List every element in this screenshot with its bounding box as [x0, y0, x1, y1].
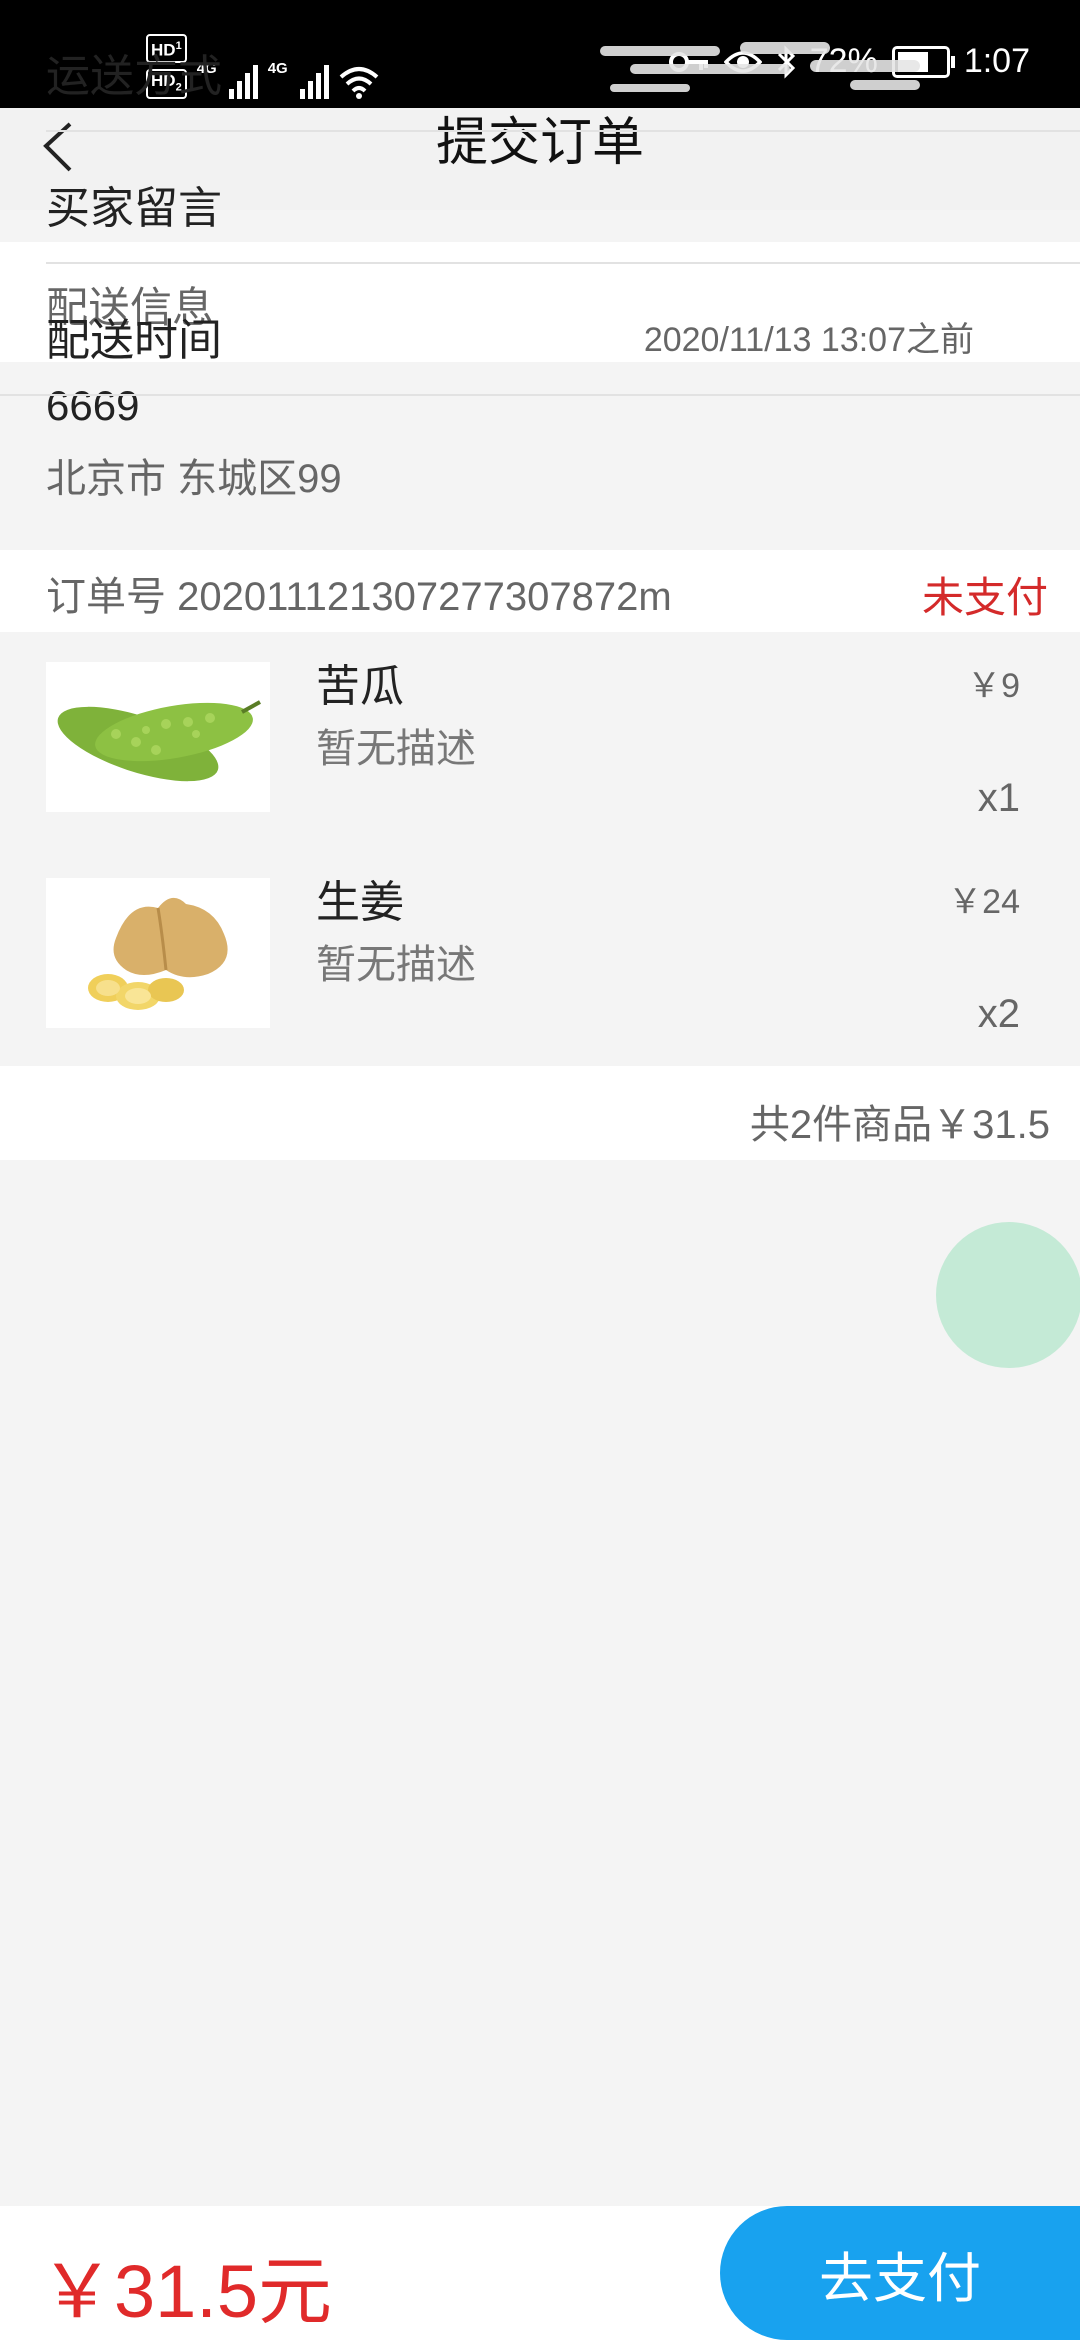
list-item[interactable]: 苦瓜 暂无描述 ￥9 x1	[0, 632, 1080, 832]
order-status-badge: 未支付	[921, 574, 1048, 621]
ginger-image	[46, 878, 270, 1028]
order-number-label: 订单号	[46, 575, 166, 619]
order-summary: 共2件商品￥31.5	[0, 1066, 1080, 1160]
summary-text: 共2件商品￥31.5	[749, 1103, 1050, 1147]
buyer-message-label: 买家留言	[46, 184, 222, 233]
shipping-method-label: 运送方式	[46, 52, 222, 101]
delivery-time-label: 配送时间	[46, 316, 222, 365]
pay-button[interactable]: 去支付	[720, 2206, 1080, 2340]
goods-list: 苦瓜 暂无描述 ￥9 x1 生姜 暂无描述 ￥24 x2	[0, 632, 1080, 1066]
address-line: 北京市 东城区99	[46, 457, 342, 501]
bottom-bar: ￥31.5元 去支付	[0, 2206, 1080, 2340]
bitter-melon-image	[46, 662, 270, 812]
order-options: 运送方式 买家留言 配送时间 2020/11/13 13:07之前	[0, 0, 1080, 396]
item-price: ￥24	[948, 883, 1020, 921]
total-price: ￥31.5元	[40, 2250, 333, 2333]
delivery-time-value: 2020/11/13 13:07之前	[643, 321, 974, 359]
item-description: 暂无描述	[316, 727, 476, 771]
divider	[0, 394, 1080, 396]
shipping-method-row[interactable]: 运送方式	[0, 0, 1080, 130]
list-item[interactable]: 生姜 暂无描述 ￥24 x2	[0, 848, 1080, 1048]
delivery-time-row[interactable]: 配送时间 2020/11/13 13:07之前	[0, 264, 1080, 394]
buyer-message-row[interactable]: 买家留言	[0, 132, 1080, 262]
order-number: 订单号 202011121307277307872m	[46, 564, 672, 622]
item-price: ￥9	[967, 667, 1020, 705]
item-name: 苦瓜	[316, 662, 404, 711]
item-quantity: x1	[977, 776, 1020, 820]
item-quantity: x2	[977, 992, 1020, 1036]
item-description: 暂无描述	[316, 943, 476, 987]
order-header: 订单号 202011121307277307872m 未支付	[0, 550, 1080, 632]
item-name: 生姜	[316, 878, 404, 927]
floating-touch-button[interactable]	[936, 1222, 1080, 1368]
obscured-value	[600, 42, 920, 92]
order-number-value: 202011121307277307872m	[177, 575, 672, 619]
